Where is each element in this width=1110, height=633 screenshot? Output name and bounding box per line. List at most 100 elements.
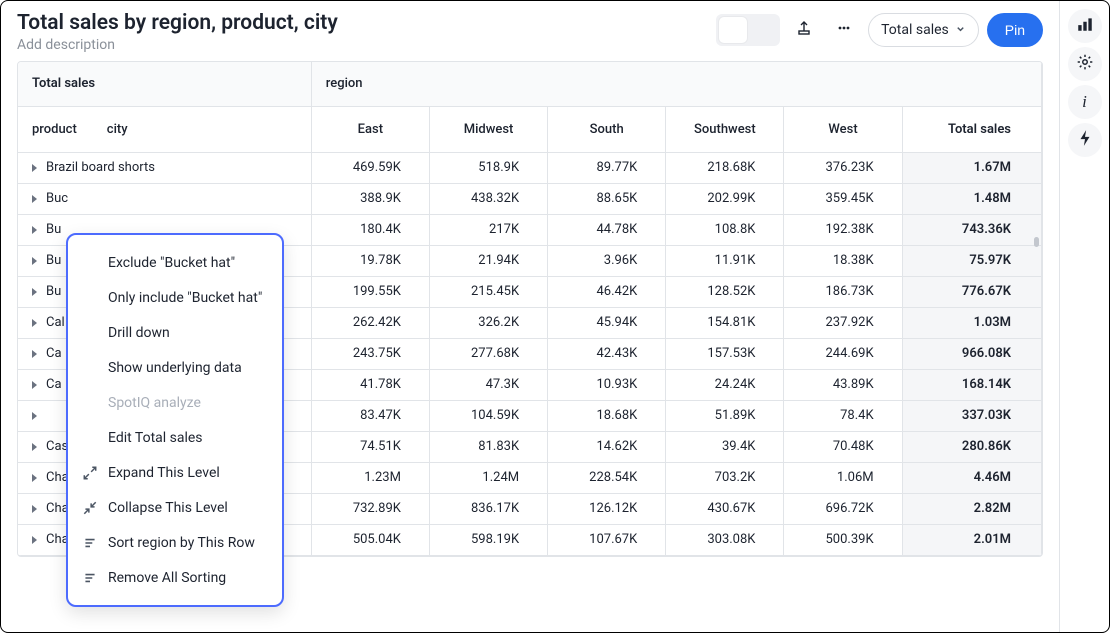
row-label-cell[interactable]: Buc bbox=[18, 183, 311, 214]
data-cell[interactable]: 438.32K bbox=[429, 183, 547, 214]
data-cell[interactable]: 732.89K bbox=[311, 493, 429, 524]
data-cell[interactable]: 836.17K bbox=[429, 493, 547, 524]
total-cell[interactable]: 2.01M bbox=[902, 524, 1041, 555]
column-header-southwest[interactable]: Southwest bbox=[666, 106, 784, 152]
data-cell[interactable]: 430.67K bbox=[666, 493, 784, 524]
data-cell[interactable]: 89.77K bbox=[548, 152, 666, 183]
data-cell[interactable]: 81.83K bbox=[429, 431, 547, 462]
pin-button[interactable]: Pin bbox=[987, 13, 1043, 47]
total-cell[interactable]: 1.48M bbox=[902, 183, 1041, 214]
expand-triangle-icon[interactable] bbox=[32, 412, 37, 420]
data-cell[interactable]: 46.42K bbox=[548, 276, 666, 307]
table-row-headers[interactable]: product city bbox=[18, 106, 311, 152]
data-cell[interactable]: 83.47K bbox=[311, 400, 429, 431]
page-description[interactable]: Add description bbox=[17, 37, 338, 53]
data-cell[interactable]: 1.23M bbox=[311, 462, 429, 493]
data-cell[interactable]: 598.19K bbox=[429, 524, 547, 555]
data-cell[interactable]: 237.92K bbox=[784, 307, 902, 338]
table-super-header-region[interactable]: region bbox=[311, 62, 1041, 106]
expand-triangle-icon[interactable] bbox=[32, 257, 37, 265]
data-cell[interactable]: 202.99K bbox=[666, 183, 784, 214]
data-cell[interactable]: 51.89K bbox=[666, 400, 784, 431]
table-row[interactable]: Buc388.9K438.32K88.65K202.99K359.45K1.48… bbox=[18, 183, 1042, 214]
more-options-button[interactable] bbox=[828, 14, 860, 46]
data-cell[interactable]: 217K bbox=[429, 214, 547, 245]
data-cell[interactable]: 88.65K bbox=[548, 183, 666, 214]
data-cell[interactable]: 186.73K bbox=[784, 276, 902, 307]
data-cell[interactable]: 1.06M bbox=[784, 462, 902, 493]
metric-dropdown[interactable]: Total sales bbox=[868, 13, 979, 47]
data-cell[interactable]: 215.45K bbox=[429, 276, 547, 307]
data-cell[interactable]: 1.24M bbox=[429, 462, 547, 493]
data-cell[interactable]: 218.68K bbox=[666, 152, 784, 183]
total-cell[interactable]: 280.86K bbox=[902, 431, 1041, 462]
data-cell[interactable]: 469.59K bbox=[311, 152, 429, 183]
data-cell[interactable]: 703.2K bbox=[666, 462, 784, 493]
data-cell[interactable]: 43.89K bbox=[784, 369, 902, 400]
data-cell[interactable]: 19.78K bbox=[311, 245, 429, 276]
share-button[interactable] bbox=[788, 14, 820, 46]
data-cell[interactable]: 21.94K bbox=[429, 245, 547, 276]
expand-triangle-icon[interactable] bbox=[32, 350, 37, 358]
ctx-collapse-level[interactable]: Collapse This Level bbox=[68, 490, 282, 525]
data-cell[interactable]: 10.93K bbox=[548, 369, 666, 400]
expand-triangle-icon[interactable] bbox=[32, 536, 37, 544]
expand-triangle-icon[interactable] bbox=[32, 505, 37, 513]
data-cell[interactable]: 108.8K bbox=[666, 214, 784, 245]
data-cell[interactable]: 199.55K bbox=[311, 276, 429, 307]
data-cell[interactable]: 11.91K bbox=[666, 245, 784, 276]
data-cell[interactable]: 500.39K bbox=[784, 524, 902, 555]
data-cell[interactable]: 376.23K bbox=[784, 152, 902, 183]
data-cell[interactable]: 18.38K bbox=[784, 245, 902, 276]
expand-triangle-icon[interactable] bbox=[32, 195, 37, 203]
data-cell[interactable]: 126.12K bbox=[548, 493, 666, 524]
expand-triangle-icon[interactable] bbox=[32, 474, 37, 482]
total-cell[interactable]: 743.36K bbox=[902, 214, 1041, 245]
data-cell[interactable]: 326.2K bbox=[429, 307, 547, 338]
row-label-cell[interactable]: Brazil board shorts bbox=[18, 152, 311, 183]
column-header-total[interactable]: Total sales bbox=[902, 106, 1041, 152]
data-cell[interactable]: 277.68K bbox=[429, 338, 547, 369]
data-cell[interactable]: 44.78K bbox=[548, 214, 666, 245]
data-cell[interactable]: 47.3K bbox=[429, 369, 547, 400]
data-cell[interactable]: 180.4K bbox=[311, 214, 429, 245]
data-cell[interactable]: 505.04K bbox=[311, 524, 429, 555]
total-cell[interactable]: 4.46M bbox=[902, 462, 1041, 493]
data-cell[interactable]: 128.52K bbox=[666, 276, 784, 307]
ctx-edit-metric[interactable]: Edit Total sales bbox=[68, 420, 282, 455]
column-header-midwest[interactable]: Midwest bbox=[429, 106, 547, 152]
column-header-south[interactable]: South bbox=[548, 106, 666, 152]
sidebar-settings-button[interactable] bbox=[1068, 47, 1102, 81]
total-cell[interactable]: 1.67M bbox=[902, 152, 1041, 183]
data-cell[interactable]: 45.94K bbox=[548, 307, 666, 338]
column-header-west[interactable]: West bbox=[784, 106, 902, 152]
data-cell[interactable]: 157.53K bbox=[666, 338, 784, 369]
data-cell[interactable]: 192.38K bbox=[784, 214, 902, 245]
ctx-only-include[interactable]: Only include "Bucket hat" bbox=[68, 280, 282, 315]
expand-triangle-icon[interactable] bbox=[32, 319, 37, 327]
ctx-expand-level[interactable]: Expand This Level bbox=[68, 455, 282, 490]
data-cell[interactable]: 243.75K bbox=[311, 338, 429, 369]
data-cell[interactable]: 303.08K bbox=[666, 524, 784, 555]
sidebar-info-button[interactable]: i bbox=[1068, 85, 1102, 119]
data-cell[interactable]: 388.9K bbox=[311, 183, 429, 214]
ctx-show-underlying[interactable]: Show underlying data bbox=[68, 350, 282, 385]
total-cell[interactable]: 2.82M bbox=[902, 493, 1041, 524]
total-cell[interactable]: 75.97K bbox=[902, 245, 1041, 276]
data-cell[interactable]: 24.24K bbox=[666, 369, 784, 400]
data-cell[interactable]: 14.62K bbox=[548, 431, 666, 462]
expand-triangle-icon[interactable] bbox=[32, 164, 37, 172]
total-cell[interactable]: 776.67K bbox=[902, 276, 1041, 307]
ctx-remove-sorting[interactable]: Remove All Sorting bbox=[68, 560, 282, 595]
ctx-exclude[interactable]: Exclude "Bucket hat" bbox=[68, 245, 282, 280]
data-cell[interactable]: 18.68K bbox=[548, 400, 666, 431]
ctx-drill-down[interactable]: Drill down bbox=[68, 315, 282, 350]
data-cell[interactable]: 154.81K bbox=[666, 307, 784, 338]
data-cell[interactable]: 42.43K bbox=[548, 338, 666, 369]
table-view-toggle[interactable] bbox=[719, 17, 747, 43]
data-cell[interactable]: 41.78K bbox=[311, 369, 429, 400]
data-cell[interactable]: 228.54K bbox=[548, 462, 666, 493]
expand-triangle-icon[interactable] bbox=[32, 443, 37, 451]
data-cell[interactable]: 3.96K bbox=[548, 245, 666, 276]
data-cell[interactable]: 104.59K bbox=[429, 400, 547, 431]
